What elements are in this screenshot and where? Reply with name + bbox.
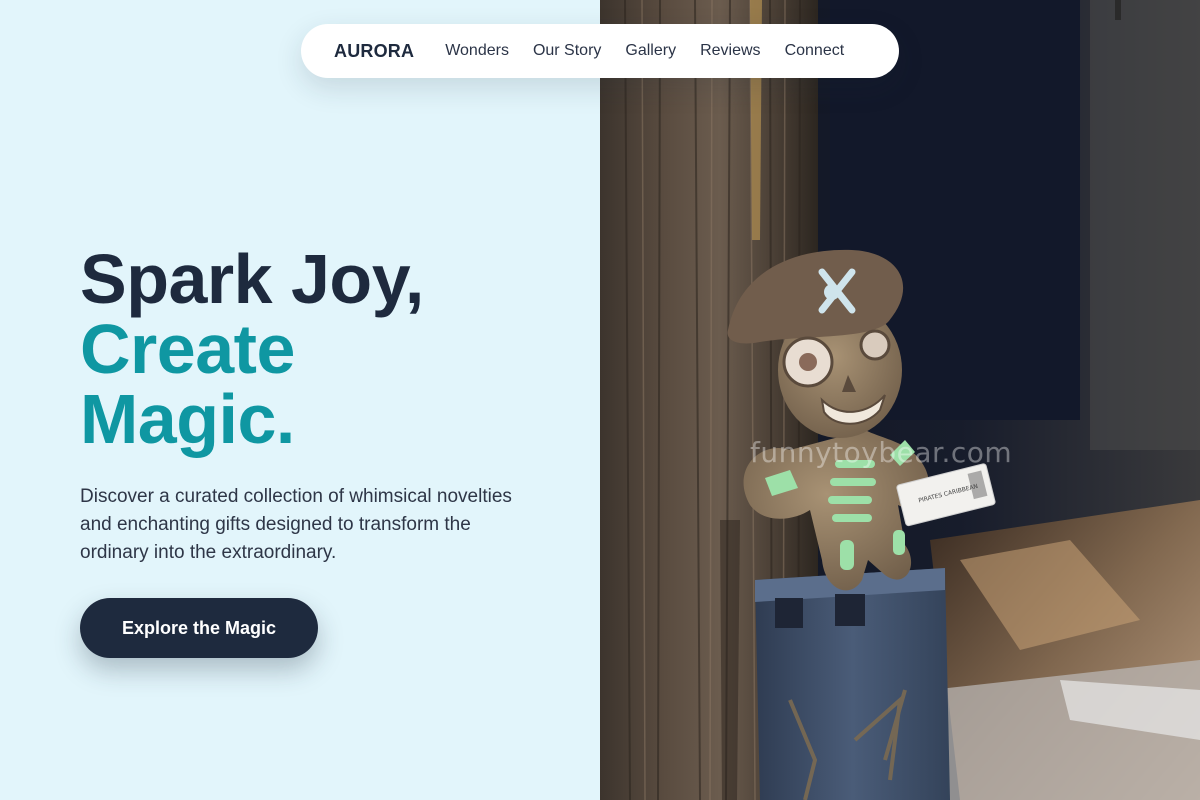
hero-photo: PIRATES CARIBBEAN funnytoybear.com [600,0,1200,800]
hero-heading: Spark Joy, Create Magic. [80,244,424,454]
hero-description: Discover a curated collection of whimsic… [80,486,512,563]
explore-button[interactable]: Explore the Magic [80,598,318,658]
top-nav: AURORA Wonders Our Story Gallery Reviews… [301,24,899,78]
brand-logo[interactable]: AURORA [334,41,414,62]
nav-link-gallery[interactable]: Gallery [625,42,676,60]
nav-link-wonders[interactable]: Wonders [445,42,509,60]
nav-link-our-story[interactable]: Our Story [533,42,601,60]
hero-heading-line-2: Create [80,310,295,388]
hero-left-panel: Spark Joy, Create Magic. Discover a cura… [0,0,600,800]
hero-heading-line-1: Spark Joy, [80,240,424,318]
nav-link-connect[interactable]: Connect [785,42,845,60]
photo-watermark: funnytoybear.com [750,436,1013,469]
hero-heading-line-3: Magic. [80,380,295,458]
photo-scene: PIRATES CARIBBEAN [600,0,1200,800]
nav-link-reviews[interactable]: Reviews [700,42,760,60]
